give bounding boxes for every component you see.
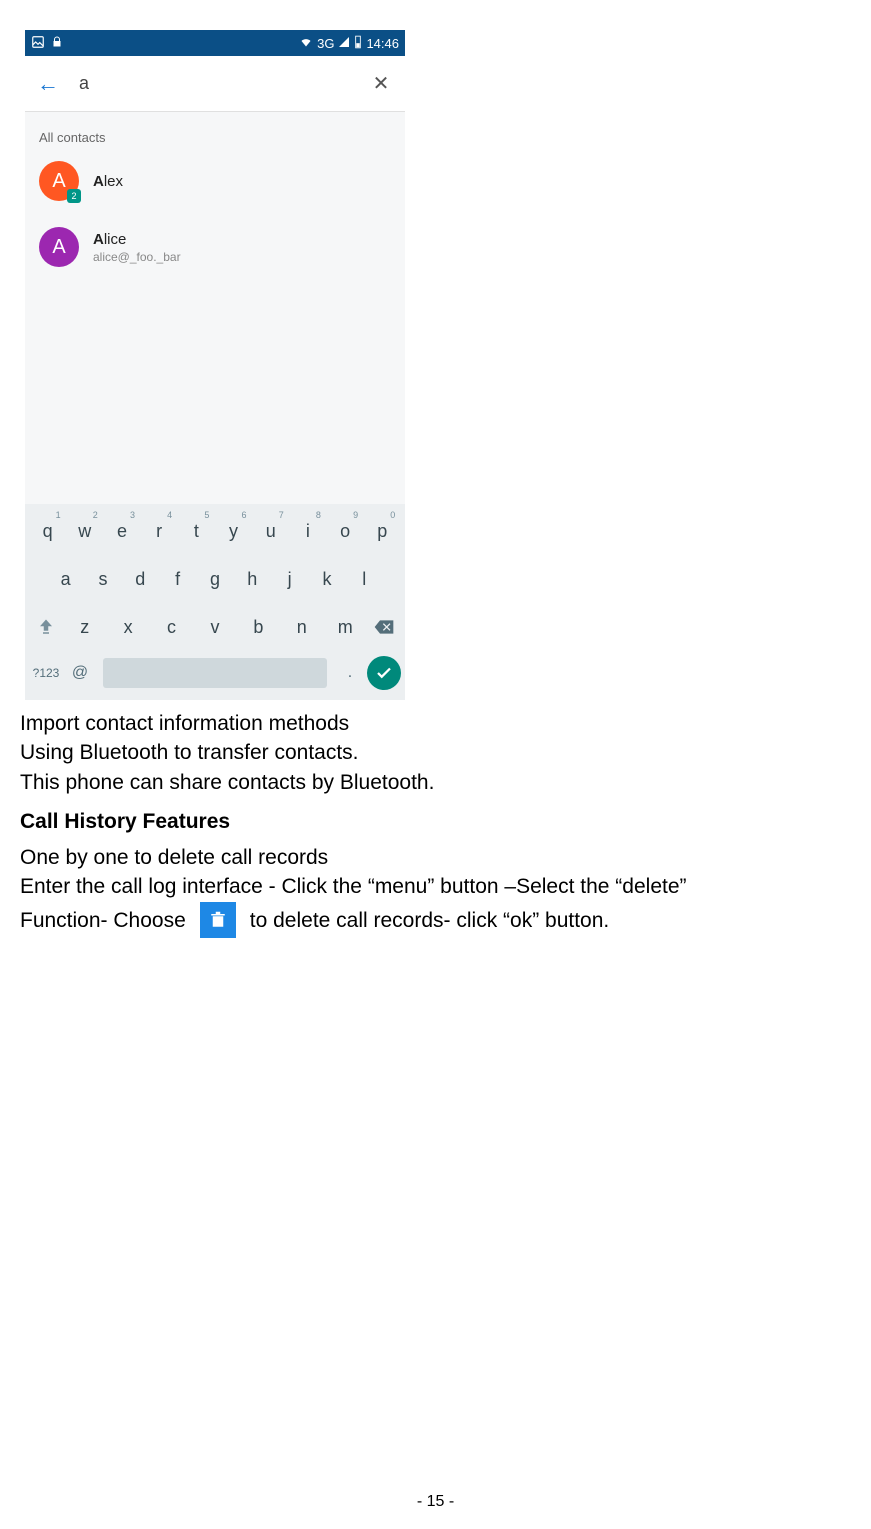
key-f[interactable]: f xyxy=(163,560,193,598)
heading: Call History Features xyxy=(20,810,851,834)
network-label: 3G xyxy=(317,36,334,51)
paragraph: This phone can share contacts by Bluetoo… xyxy=(20,769,851,796)
phone-screenshot: 3G 14:46 ← a ✕ All contacts A 2 xyxy=(25,30,405,700)
backspace-key[interactable] xyxy=(367,608,401,646)
at-key[interactable]: @ xyxy=(63,656,97,690)
wifi-icon xyxy=(299,36,313,51)
key-e[interactable]: 3e xyxy=(107,512,137,550)
key-z[interactable]: z xyxy=(70,608,100,646)
key-y[interactable]: 6y xyxy=(219,512,249,550)
contact-name: Alice xyxy=(93,231,181,248)
key-h[interactable]: h xyxy=(237,560,267,598)
contacts-list: All contacts A 2 Alex A Ali xyxy=(25,112,405,504)
keyboard: 1q2w3e4r5t6y7u8i9o0p asdfghjkl zxcvbnm ?… xyxy=(25,504,405,700)
lock-icon xyxy=(51,35,63,52)
key-x[interactable]: x xyxy=(113,608,143,646)
enter-key[interactable] xyxy=(367,656,401,690)
avatar: A 2 xyxy=(39,161,79,201)
back-arrow-icon[interactable]: ← xyxy=(37,71,65,97)
dot-key[interactable]: . xyxy=(333,656,367,690)
paragraph: Using Bluetooth to transfer contacts. xyxy=(20,739,851,766)
key-m[interactable]: m xyxy=(330,608,360,646)
key-t[interactable]: 5t xyxy=(181,512,211,550)
search-input[interactable]: a xyxy=(65,73,369,94)
clock-label: 14:46 xyxy=(366,36,399,51)
key-v[interactable]: v xyxy=(200,608,230,646)
contact-name: Alex xyxy=(93,173,123,190)
image-icon xyxy=(31,35,45,52)
numeric-key[interactable]: ?123 xyxy=(29,656,63,690)
key-c[interactable]: c xyxy=(157,608,187,646)
key-s[interactable]: s xyxy=(88,560,118,598)
key-u[interactable]: 7u xyxy=(256,512,286,550)
signal-icon xyxy=(338,36,350,51)
key-o[interactable]: 9o xyxy=(330,512,360,550)
key-r[interactable]: 4r xyxy=(144,512,174,550)
key-b[interactable]: b xyxy=(243,608,273,646)
avatar: A xyxy=(39,227,79,267)
key-k[interactable]: k xyxy=(312,560,342,598)
key-i[interactable]: 8i xyxy=(293,512,323,550)
contact-row[interactable]: A 2 Alex xyxy=(39,161,391,201)
page-number: - 15 - xyxy=(0,1493,871,1511)
document-body: Import contact information methods Using… xyxy=(20,710,851,938)
paragraph: Function- Choose to delete call records-… xyxy=(20,902,851,938)
section-label: All contacts xyxy=(39,130,391,145)
space-key[interactable] xyxy=(103,658,327,688)
key-d[interactable]: d xyxy=(125,560,155,598)
contact-sub: alice@_foo._bar xyxy=(93,250,181,264)
sim-badge: 2 xyxy=(67,189,81,203)
key-j[interactable]: j xyxy=(275,560,305,598)
key-l[interactable]: l xyxy=(349,560,379,598)
paragraph: Enter the call log interface - Click the… xyxy=(20,873,851,900)
shift-key[interactable] xyxy=(29,608,63,646)
status-bar: 3G 14:46 xyxy=(25,30,405,56)
key-p[interactable]: 0p xyxy=(367,512,397,550)
key-w[interactable]: 2w xyxy=(70,512,100,550)
close-icon[interactable]: ✕ xyxy=(369,71,393,96)
search-bar: ← a ✕ xyxy=(25,56,405,112)
key-n[interactable]: n xyxy=(287,608,317,646)
paragraph: One by one to delete call records xyxy=(20,844,851,871)
paragraph: Import contact information methods xyxy=(20,710,851,737)
battery-icon xyxy=(354,35,362,52)
key-q[interactable]: 1q xyxy=(33,512,63,550)
key-a[interactable]: a xyxy=(51,560,81,598)
trash-icon xyxy=(200,902,236,938)
key-g[interactable]: g xyxy=(200,560,230,598)
contact-row[interactable]: A Alice alice@_foo._bar xyxy=(39,227,391,267)
